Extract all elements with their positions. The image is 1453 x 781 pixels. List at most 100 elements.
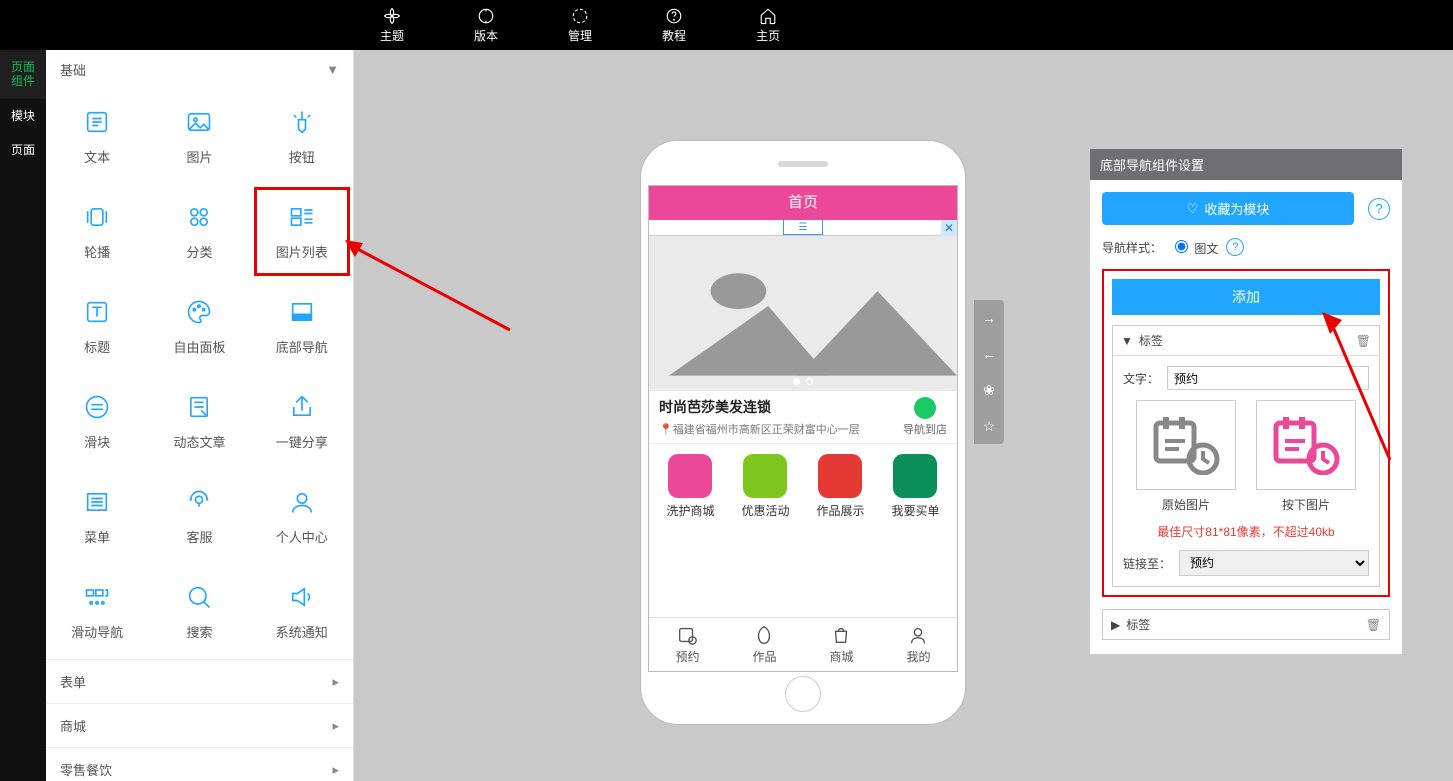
comp-image[interactable]: 图片	[148, 89, 250, 184]
cluster-icon[interactable]: ❀	[974, 372, 1004, 408]
comp-user-center[interactable]: 个人中心	[251, 469, 353, 564]
text-icon	[82, 107, 112, 137]
nav-to-shop[interactable]: 导航到店	[903, 397, 947, 437]
link-select[interactable]: 预约	[1179, 550, 1369, 576]
help-icon[interactable]: ?	[1226, 238, 1244, 256]
feat-works[interactable]: 作品展示	[816, 454, 864, 519]
comp-bottom-nav[interactable]: 底部导航	[251, 279, 353, 374]
favorite-button-label: 收藏为模块	[1204, 199, 1269, 218]
comp-slider[interactable]: 滑块	[46, 374, 148, 469]
comp-free-panel[interactable]: 自由面板	[148, 279, 250, 374]
nav-style-option[interactable]: 图文	[1170, 237, 1218, 257]
section-basic-label: 基础	[60, 60, 86, 79]
size-hint: 最佳尺寸81*81像素，不超过40kb	[1123, 523, 1369, 540]
comp-carousel[interactable]: 轮播	[46, 184, 148, 279]
comp-img-list[interactable]: 图片列表	[251, 184, 353, 279]
highlighted-actions: 添加 ▼标签🗑 文字： 原始图片 按下图片 最佳尺寸81*81像素，不超过40k…	[1102, 269, 1390, 597]
search-icon	[184, 582, 214, 612]
tag-accordion-head[interactable]: ▼标签🗑	[1113, 326, 1379, 356]
comp-slide-nav[interactable]: 滑动导航	[46, 564, 148, 659]
image-icon	[184, 107, 214, 137]
leftnav-page[interactable]: 页面	[0, 133, 46, 167]
img-list-icon	[287, 202, 317, 232]
close-icon[interactable]: ✕	[941, 220, 957, 236]
menu-icon	[82, 487, 112, 517]
topnav-theme-label: 主题	[380, 27, 404, 44]
comp-text-label: 文本	[84, 147, 110, 166]
tab-works[interactable]: 作品	[752, 624, 776, 665]
feat-wash[interactable]: 洗护商城	[666, 454, 714, 519]
promo-icon	[743, 454, 787, 498]
topnav-home[interactable]: 主页	[756, 7, 780, 44]
section-form[interactable]: 表单▸	[46, 659, 353, 703]
comp-menu[interactable]: 菜单	[46, 469, 148, 564]
comp-button[interactable]: 按钮	[251, 89, 353, 184]
shop-address: 福建省福州市高新区正荣财富中心一层	[673, 424, 860, 436]
slider-icon	[82, 392, 112, 422]
leftnav-modules[interactable]: 模块	[0, 99, 46, 133]
section-basic-head[interactable]: 基础▼	[46, 50, 353, 89]
topnav-version[interactable]: 版本	[474, 7, 498, 44]
text-input[interactable]	[1167, 366, 1369, 390]
add-button[interactable]: 添加	[1112, 279, 1380, 315]
star-icon[interactable]: ☆	[974, 408, 1004, 444]
feat-pay[interactable]: 我要买单	[891, 454, 939, 519]
delete-icon[interactable]: 🗑	[1366, 618, 1381, 632]
comp-search-label: 搜索	[186, 622, 212, 641]
help-icon[interactable]: ?	[1368, 198, 1390, 220]
topnav-tutorial[interactable]: 教程	[662, 7, 686, 44]
tag-accordion-closed[interactable]: ▶标签🗑	[1102, 609, 1390, 640]
comp-image-label: 图片	[186, 147, 212, 166]
tag-accordion-closed-label: 标签	[1126, 616, 1150, 633]
comp-dyn-article-label: 动态文章	[173, 432, 225, 451]
comp-title[interactable]: 标题	[46, 279, 148, 374]
comp-sys-notice[interactable]: 系统通知	[251, 564, 353, 659]
feat-wash-label: 洗护商城	[666, 502, 714, 519]
palette-icon	[184, 297, 214, 327]
tab-mall[interactable]: 商城	[829, 624, 853, 665]
nav-style-radio[interactable]	[1175, 240, 1188, 253]
tab-book-label: 预约	[675, 648, 699, 665]
topnav-theme[interactable]: 主题	[380, 7, 404, 44]
notice-icon	[287, 582, 317, 612]
topnav-version-label: 版本	[474, 27, 498, 44]
topnav-manage[interactable]: 管理	[568, 7, 592, 44]
comp-bottom-nav-label: 底部导航	[276, 337, 328, 356]
section-mall-label: 商城	[60, 716, 86, 735]
pressed-image-thumb[interactable]: 按下图片	[1256, 400, 1356, 513]
title-icon	[82, 297, 112, 327]
comp-category[interactable]: 分类	[148, 184, 250, 279]
pin-icon: 📍	[659, 424, 673, 436]
feat-promo[interactable]: 优惠活动	[741, 454, 789, 519]
comp-user-center-label: 个人中心	[276, 527, 328, 546]
comp-category-label: 分类	[186, 242, 212, 261]
banner-placeholder[interactable]	[649, 236, 957, 391]
comp-menu-label: 菜单	[84, 527, 110, 546]
comp-dyn-article[interactable]: 动态文章	[148, 374, 250, 469]
tab-works-label: 作品	[752, 648, 776, 665]
tab-mine-label: 我的	[906, 648, 930, 665]
tab-mine[interactable]: 我的	[906, 624, 930, 665]
comp-text[interactable]: 文本	[46, 89, 148, 184]
phone-preview: 首页 ☰✕ 时尚芭莎美发连锁 📍福建省福州市高新区正荣财富中心一层 导航到店 洗…	[640, 140, 966, 725]
favorite-button[interactable]: ♡ 收藏为模块	[1102, 192, 1354, 225]
arrow-right-icon[interactable]: →	[974, 300, 1004, 336]
section-retail[interactable]: 零售餐饮▸	[46, 747, 353, 781]
tab-book[interactable]: 预约	[675, 624, 699, 665]
original-image-thumb[interactable]: 原始图片	[1136, 400, 1236, 513]
chevron-right-icon: ▸	[332, 718, 339, 734]
comp-share[interactable]: 一键分享	[251, 374, 353, 469]
drag-handle-icon[interactable]: ☰	[783, 220, 823, 235]
section-mall[interactable]: 商城 ▸	[46, 703, 353, 747]
comp-search[interactable]: 搜索	[148, 564, 250, 659]
arrow-left-icon[interactable]: ←	[974, 336, 1004, 372]
pay-icon	[893, 454, 937, 498]
comp-service-label: 客服	[186, 527, 212, 546]
user-icon	[287, 487, 317, 517]
heart-icon: ♡	[1187, 201, 1199, 217]
delete-icon[interactable]: 🗑	[1356, 334, 1371, 348]
component-handle[interactable]: ☰✕	[649, 220, 957, 236]
comp-service[interactable]: 客服	[148, 469, 250, 564]
leftnav-components[interactable]: 页面 组件	[0, 50, 46, 99]
section-form-label: 表单	[60, 672, 86, 691]
